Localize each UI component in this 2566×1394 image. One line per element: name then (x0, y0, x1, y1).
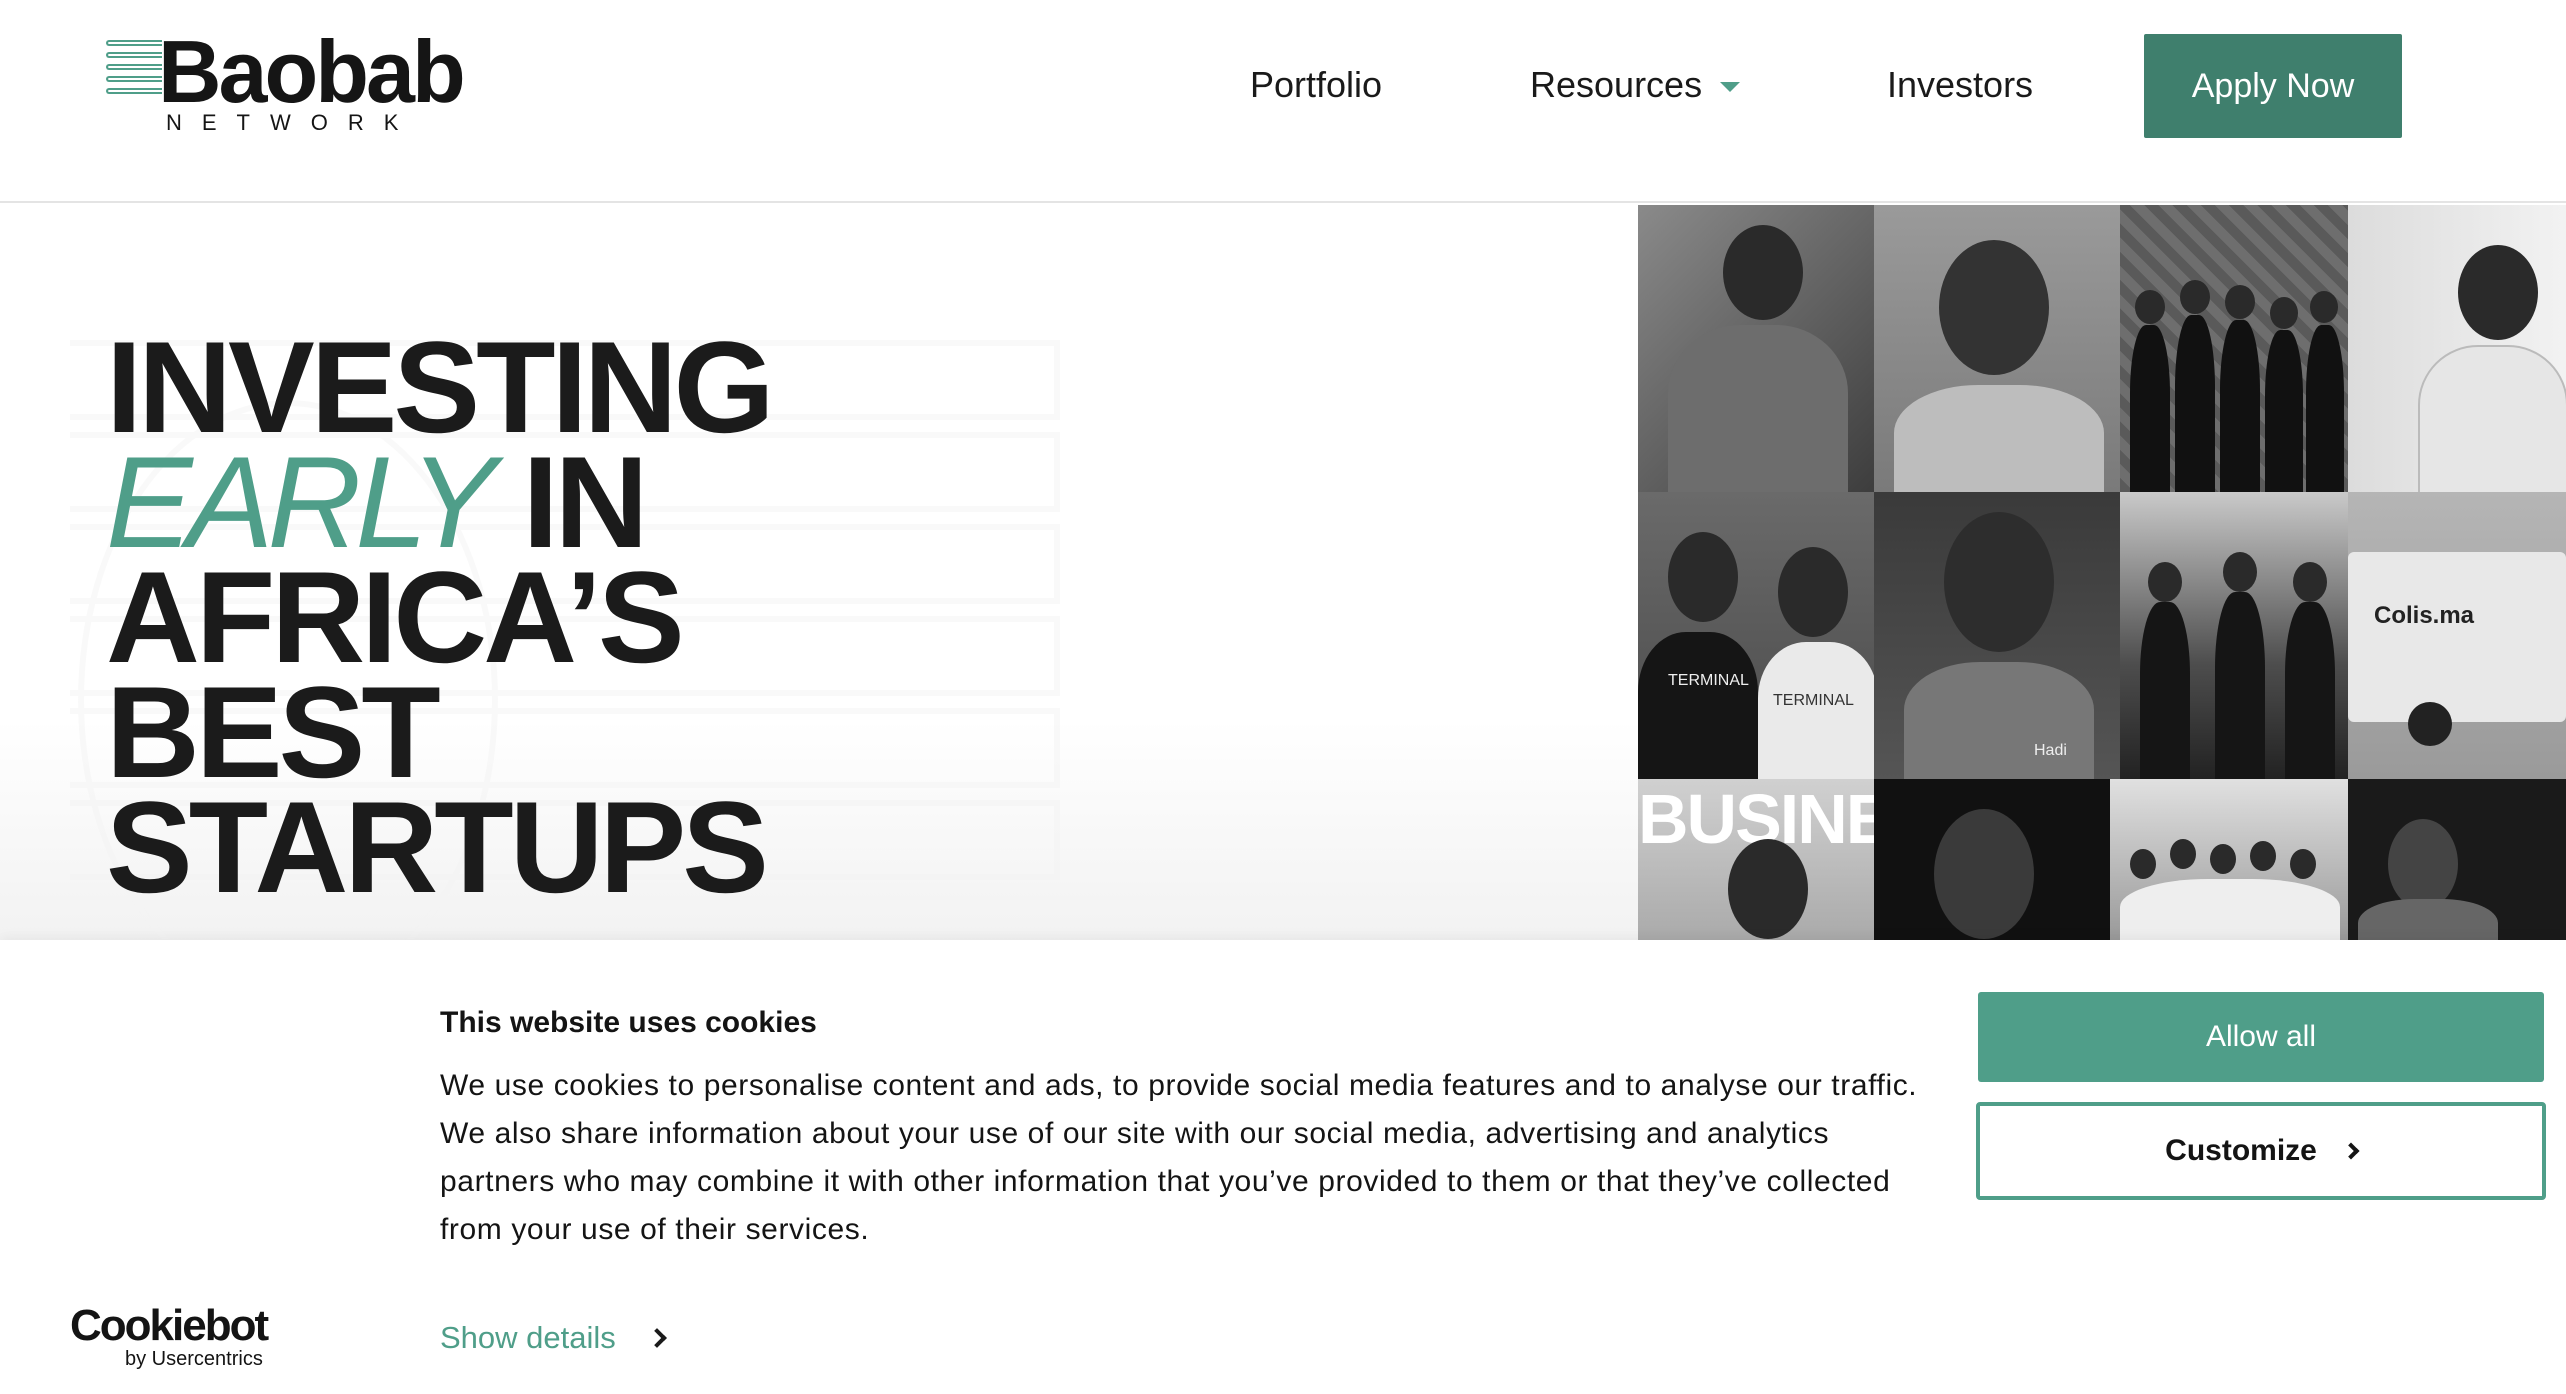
baobab-logo-mark-icon (106, 40, 162, 104)
founder-photo (1874, 205, 2120, 492)
founder-photo (2348, 779, 2566, 940)
cookie-title: This website uses cookies (440, 1006, 817, 1039)
hero-line-1: INVESTING (106, 314, 775, 460)
chevron-right-icon (2342, 1142, 2360, 1160)
terminal-shirt-text: TERMINAL (1773, 692, 1854, 709)
chevron-down-icon (1720, 82, 1741, 93)
apply-now-button[interactable]: Apply Now (2144, 34, 2402, 138)
allow-all-button[interactable]: Allow all (1978, 992, 2544, 1082)
founder-photo: BUSINE (1638, 779, 1874, 940)
founder-photo: Hadi (1874, 492, 2120, 779)
customize-button[interactable]: Customize (1976, 1102, 2546, 1200)
terminal-shirt-text: TERMINAL (1668, 672, 1749, 689)
cookie-description: We use cookies to personalise content an… (440, 1069, 1918, 1246)
nav-resources[interactable]: Resources (1530, 60, 1741, 110)
founder-photo (2348, 205, 2566, 492)
baobab-logo[interactable]: Baobab NETWORK (106, 28, 506, 144)
nav-investors[interactable]: Investors (1887, 60, 2033, 110)
founder-photo (1874, 779, 2120, 940)
chevron-right-icon (646, 1328, 667, 1348)
hero-line-2: EARLY IN (106, 437, 771, 567)
cookie-consent-banner: Cookiebot by Usercentrics This website u… (0, 940, 2566, 1394)
nav-resources-label: Resources (1530, 64, 1703, 105)
founder-photo: Colis.ma (2348, 492, 2566, 779)
show-details-label: Show details (440, 1320, 616, 1355)
founder-photo (2120, 205, 2348, 492)
show-details-link[interactable]: Show details (440, 1320, 667, 1356)
cookiebot-logo[interactable]: Cookiebot by Usercentrics (70, 1301, 269, 1371)
hero-headline: INVESTING EARLY IN AFRICA’S BEST STARTUP… (106, 314, 775, 920)
cookiebot-subtitle: by Usercentrics (125, 1348, 263, 1370)
nav-portfolio[interactable]: Portfolio (1250, 60, 1382, 110)
founder-photo (2120, 492, 2348, 779)
founder-photo: TERMINAL TERMINAL (1638, 492, 1874, 779)
hero-line-3: AFRICA’S (106, 544, 685, 690)
hero-line-5: STARTUPS (106, 774, 769, 920)
logo-wordmark: Baobab (158, 22, 466, 121)
site-header: Baobab NETWORK Portfolio Resources Inves… (0, 0, 2566, 203)
colis-van-text: Colis.ma (2374, 602, 2475, 629)
customize-label: Customize (2165, 1134, 2317, 1167)
hero-line-4: BEST (106, 659, 441, 805)
logo-subtitle: NETWORK (166, 110, 419, 135)
founder-photo (2110, 779, 2348, 940)
cookiebot-wordmark: Cookiebot (70, 1301, 269, 1350)
hadi-shirt-text: Hadi (2034, 742, 2067, 759)
founder-photo (1638, 205, 1874, 492)
founder-photo-grid: TERMINAL TERMINAL Hadi Colis.ma BUSINE (1638, 205, 2566, 940)
